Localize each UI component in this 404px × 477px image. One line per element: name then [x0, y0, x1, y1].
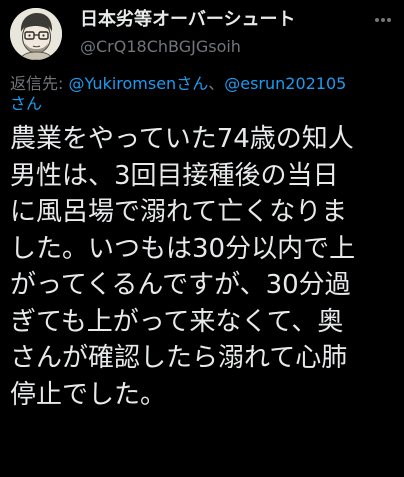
mention-link-esrun[interactable]: @esrun202105 [224, 74, 346, 93]
tweet-line: 停止でした。 [10, 379, 167, 410]
more-dot [375, 18, 379, 22]
mention-link-esrun-suffix[interactable]: さん [10, 94, 42, 113]
tweet-line: に風呂場で溺れて亡くなりま [10, 197, 348, 227]
display-name[interactable]: 日本劣等オーバーシュート [80, 8, 370, 32]
tweet-text: 農業をやっていた74歳の知人 男性は、3回目接種後の当日 に風呂場で溺れて亡くな… [10, 121, 402, 413]
mention-link-yukiromsen[interactable]: @Yukiromsenさん [68, 74, 208, 93]
reply-separator: 、 [208, 74, 225, 93]
avatar-illustration [10, 8, 62, 60]
tweet-line: さんが確認したら溺れて心肺 [10, 343, 348, 373]
tweet-line: ぎても上がって来なくて、奥 [10, 306, 344, 337]
more-horizontal-icon[interactable] [370, 10, 396, 30]
avatar[interactable] [10, 8, 62, 60]
tweet-line: がってくるんですが、30分過 [10, 270, 351, 300]
user-handle[interactable]: @CrQ18ChBGJGsoih [80, 37, 370, 57]
reply-prefix: 返信先: [10, 74, 69, 93]
tweet-line: した。いつもは30分以内で上 [10, 233, 356, 264]
author-names: 日本劣等オーバーシュート @CrQ18ChBGJGsoih [80, 8, 370, 57]
tweet-line: 農業をやっていた74歳の知人 [10, 124, 354, 154]
more-dot [387, 18, 391, 22]
more-dot [381, 18, 385, 22]
reply-context: 返信先: @Yukiromsenさん、@esrun202105 さん [10, 74, 400, 114]
tweet-header: 日本劣等オーバーシュート @CrQ18ChBGJGsoih [0, 0, 404, 70]
tweet-line: 男性は、3回目接種後の当日 [10, 160, 339, 191]
